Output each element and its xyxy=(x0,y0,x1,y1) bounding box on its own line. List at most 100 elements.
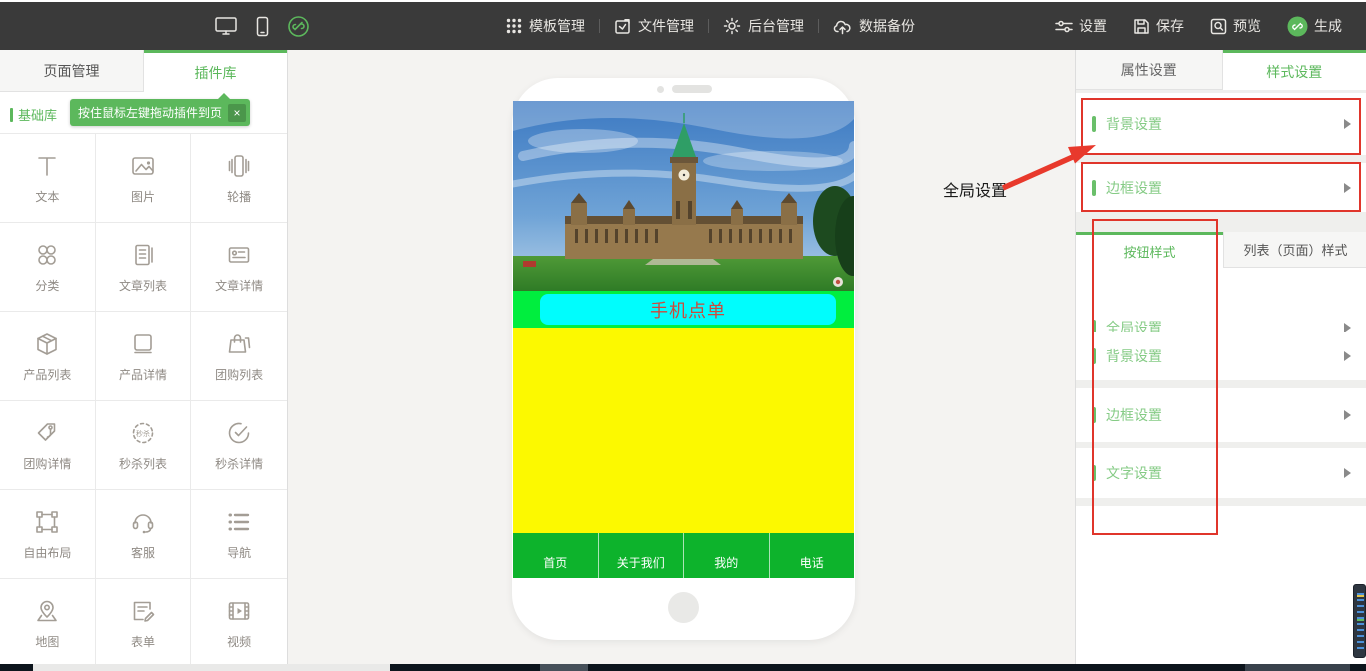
minimap-marks xyxy=(1357,593,1364,651)
plugin-carousel[interactable]: 轮播 xyxy=(191,134,287,223)
plugin-customer-service[interactable]: 客服 xyxy=(96,490,192,579)
text-icon xyxy=(34,151,60,179)
form-icon xyxy=(130,596,156,624)
menu-label: 文件管理 xyxy=(638,16,694,36)
tab-style-settings[interactable]: 样式设置 xyxy=(1223,50,1366,90)
preview-button[interactable]: 预览 xyxy=(1202,16,1269,36)
menu-data-backup[interactable]: 数据备份 xyxy=(819,16,929,36)
green-marker xyxy=(1092,348,1096,364)
section-border-settings[interactable]: 边框设置 xyxy=(1076,163,1366,212)
chevron-right-icon xyxy=(1344,119,1351,129)
plugin-product-list[interactable]: 产品列表 xyxy=(0,312,96,401)
phone-title-text: 手机点单 xyxy=(650,297,726,323)
phone-nav-mine[interactable]: 我的 xyxy=(684,533,770,578)
plugin-groupbuy-list[interactable]: 团购列表 xyxy=(191,312,287,401)
flashsale-list-icon: 秒杀 xyxy=(130,418,156,446)
phone-screen[interactable]: 手机点单 首页 关于我们 我的 电话 xyxy=(513,101,854,578)
section-background-settings[interactable]: 背景设置 xyxy=(1076,93,1366,155)
customer-service-icon xyxy=(130,507,156,535)
tab-property-settings[interactable]: 属性设置 xyxy=(1076,50,1223,90)
tooltip-arrow xyxy=(218,93,230,99)
phone-nav-home[interactable]: 首页 xyxy=(513,533,599,578)
green-marker xyxy=(10,108,13,122)
mobile-preview-icon[interactable] xyxy=(256,16,269,37)
generate-button[interactable]: 生成 xyxy=(1279,16,1350,37)
library-header: 基础库 按住鼠标左键拖动插件到页 × xyxy=(0,92,287,133)
left-tabs: 页面管理 插件库 xyxy=(0,50,287,92)
chevron-right-icon xyxy=(1344,183,1351,193)
save-icon xyxy=(1133,18,1150,35)
green-marker xyxy=(1092,180,1096,196)
tab-list-page-style[interactable]: 列表（页面）样式 xyxy=(1223,232,1366,268)
app-window: 模板管理 文件管理 后台管理 数据备份 xyxy=(0,0,1366,671)
settings-button[interactable]: 设置 xyxy=(1047,16,1115,36)
svg-text:秒杀: 秒杀 xyxy=(136,429,150,438)
section-text-settings[interactable]: 文字设置 xyxy=(1076,448,1366,498)
file-icon xyxy=(614,18,631,35)
phone-content-area[interactable] xyxy=(513,328,854,533)
product-detail-icon xyxy=(130,329,156,357)
free-layout-icon xyxy=(34,507,60,535)
section-button-border-settings[interactable]: 边框设置 xyxy=(1076,388,1366,442)
save-button[interactable]: 保存 xyxy=(1125,16,1192,36)
menu-backend-management[interactable]: 后台管理 xyxy=(709,16,818,36)
cloud-upload-icon xyxy=(833,18,852,35)
phone-title-pill[interactable]: 手机点单 xyxy=(540,294,836,325)
phone-bottom-nav: 首页 关于我们 我的 电话 xyxy=(513,533,854,578)
chevron-right-icon xyxy=(1344,410,1351,420)
action-label: 预览 xyxy=(1233,16,1261,36)
plugin-category[interactable]: 分类 xyxy=(0,223,96,312)
tab-plugin-library[interactable]: 插件库 xyxy=(144,50,287,92)
action-label: 设置 xyxy=(1079,16,1107,36)
device-toggle-group xyxy=(214,2,310,50)
phone-nav-phone[interactable]: 电话 xyxy=(770,533,855,578)
right-settings-panel: 属性设置 样式设置 背景设置 边框设置 按钮样式 列表（页面）样式 全局设置 背… xyxy=(1075,50,1366,671)
tab-button-style[interactable]: 按钮样式 xyxy=(1076,232,1223,268)
taskbar-segment xyxy=(33,664,390,671)
scrollbar-minimap[interactable] xyxy=(1353,584,1366,658)
plugin-article-list[interactable]: 文章列表 xyxy=(96,223,192,312)
plugin-map[interactable]: 地图 xyxy=(0,579,96,668)
plugin-groupbuy-detail[interactable]: 团购详情 xyxy=(0,401,96,490)
menu-label: 后台管理 xyxy=(748,16,804,36)
basic-library-label: 基础库 xyxy=(10,105,57,124)
annotation-global-settings-label: 全局设置 xyxy=(943,177,1007,201)
product-list-icon xyxy=(34,329,60,357)
plugin-video[interactable]: 视频 xyxy=(191,579,287,668)
link-preview-icon[interactable] xyxy=(287,15,310,38)
plugin-form[interactable]: 表单 xyxy=(96,579,192,668)
phone-nav-about[interactable]: 关于我们 xyxy=(599,533,685,578)
banner-photo[interactable] xyxy=(513,101,854,291)
plugin-text[interactable]: 文本 xyxy=(0,134,96,223)
video-icon xyxy=(226,596,252,624)
menu-label: 模板管理 xyxy=(529,16,585,36)
section-button-background-settings[interactable]: 背景设置 xyxy=(1076,332,1366,380)
carousel-icon xyxy=(226,151,252,179)
article-detail-icon xyxy=(226,240,252,268)
top-toolbar: 模板管理 文件管理 后台管理 数据备份 xyxy=(0,2,1366,50)
menu-file-management[interactable]: 文件管理 xyxy=(600,16,708,36)
flashsale-detail-icon xyxy=(226,418,252,446)
action-label: 生成 xyxy=(1314,16,1342,36)
plugin-product-detail[interactable]: 产品详情 xyxy=(96,312,192,401)
menu-template-management[interactable]: 模板管理 xyxy=(492,16,599,36)
tooltip-close-icon[interactable]: × xyxy=(228,104,246,122)
tab-page-management[interactable]: 页面管理 xyxy=(0,50,144,92)
desktop-preview-icon[interactable] xyxy=(214,16,238,36)
phone-title-strip[interactable]: 手机点单 xyxy=(513,291,854,328)
design-canvas: 手机点单 首页 关于我们 我的 电话 xyxy=(288,50,1075,671)
category-icon xyxy=(34,240,60,268)
gear-icon xyxy=(723,17,741,35)
phone-speaker-bar xyxy=(672,85,712,93)
plugin-flashsale-list[interactable]: 秒杀 秒杀列表 xyxy=(96,401,192,490)
plugin-free-layout[interactable]: 自由布局 xyxy=(0,490,96,579)
plugin-image[interactable]: 图片 xyxy=(96,134,192,223)
minimap-mark-yellow xyxy=(1357,595,1364,597)
plugin-grid: 文本 图片 轮播 分类 文章列表 文章详情 xyxy=(0,133,287,668)
plugin-article-detail[interactable]: 文章详情 xyxy=(191,223,287,312)
left-sidebar: 页面管理 插件库 基础库 按住鼠标左键拖动插件到页 × 文本 图片 xyxy=(0,50,288,671)
plugin-navigation[interactable]: 导航 xyxy=(191,490,287,579)
minimap-mark-green xyxy=(1357,619,1364,621)
panel-footer-blank xyxy=(1076,506,1366,671)
plugin-flashsale-detail[interactable]: 秒杀详情 xyxy=(191,401,287,490)
